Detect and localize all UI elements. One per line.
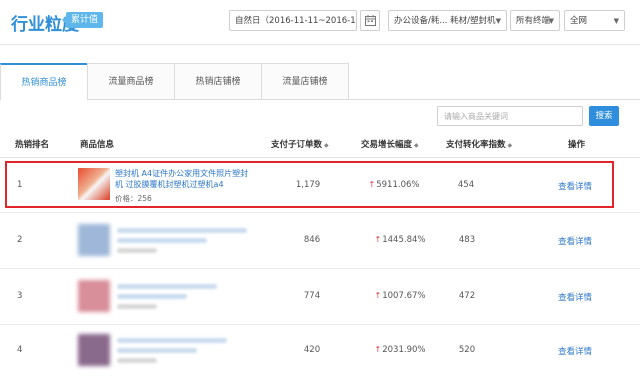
blurred-product-name [117, 294, 187, 299]
sort-icon[interactable]: ◆ [324, 142, 329, 149]
blurred-price [117, 304, 157, 309]
growth-value: 1445.84% [382, 235, 426, 245]
calendar-icon [365, 15, 376, 26]
product-thumbnail[interactable] [78, 334, 110, 366]
view-details-link[interactable]: 查看详情 [545, 345, 605, 357]
view-details-link[interactable]: 查看详情 [545, 235, 605, 247]
blurred-product-name [117, 238, 207, 243]
sort-icon[interactable]: ◆ [414, 142, 419, 149]
col-conversion-header[interactable]: 支付转化率指数 ◆ [446, 133, 512, 158]
conversion-value: 520 [458, 345, 476, 355]
product-search-input[interactable] [437, 106, 583, 126]
rank-value: 3 [17, 291, 23, 301]
tab-traffic-products[interactable]: 流量商品榜 [87, 63, 175, 99]
region-select-value: 全网 [570, 16, 588, 26]
highlight-box [5, 161, 614, 208]
calendar-button[interactable] [360, 10, 380, 31]
category-select-value: 办公设备/耗... 耗材/塑封机 [394, 16, 496, 26]
chevron-down-icon: ▼ [548, 17, 554, 25]
col-orders-header[interactable]: 支付子订单数 ◆ [271, 133, 329, 158]
growth-cell: ↑1445.84% [360, 235, 440, 245]
tab-hot-shops[interactable]: 热销店铺榜 [174, 63, 262, 99]
rank-value: 4 [17, 345, 23, 355]
orders-value: 774 [303, 291, 321, 301]
growth-cell: ↑1007.67% [360, 291, 440, 301]
date-range-field[interactable]: 自然日（2016-11-11~2016-11-11） [229, 10, 357, 31]
view-details-link[interactable]: 查看详情 [545, 291, 605, 303]
conversion-value: 472 [458, 291, 476, 301]
table-row: 4 420 ↑2031.90% 520 查看详情 [0, 324, 640, 381]
ranking-tabs: 热销商品榜 流量商品榜 热销店铺榜 流量店铺榜 [0, 63, 640, 100]
blurred-product-name[interactable] [117, 228, 247, 233]
terminal-select-value: 所有终端 [516, 16, 551, 26]
terminal-select[interactable]: 所有终端 ▼ [510, 10, 560, 31]
top-bar: 行业粒度 累计值 自然日（2016-11-11~2016-11-11） 办公设备… [0, 0, 640, 45]
blurred-product-name[interactable] [117, 338, 227, 343]
growth-value: 2031.90% [382, 345, 426, 355]
col-growth: 交易增长幅度 [361, 140, 413, 150]
blurred-price [117, 248, 157, 253]
product-thumbnail[interactable] [78, 224, 110, 256]
arrow-up-icon: ↑ [374, 291, 382, 300]
tab-traffic-shops[interactable]: 流量店铺榜 [261, 63, 349, 99]
arrow-up-icon: ↑ [374, 345, 382, 354]
region-select[interactable]: 全网 ▼ [564, 10, 625, 31]
col-growth-header[interactable]: 交易增长幅度 ◆ [361, 133, 419, 158]
orders-value: 420 [303, 345, 321, 355]
chevron-down-icon: ▼ [613, 17, 619, 25]
category-select[interactable]: 办公设备/耗... 耗材/塑封机 ▼ [388, 10, 507, 31]
col-conversion: 支付转化率指数 [446, 140, 506, 150]
growth-value: 1007.67% [382, 291, 426, 301]
orders-value: 846 [303, 235, 321, 245]
rank-value: 2 [17, 235, 23, 245]
table-row: 3 774 ↑1007.67% 472 查看详情 [0, 268, 640, 325]
sort-icon[interactable]: ◆ [508, 142, 513, 149]
col-product-info: 商品信息 [80, 140, 115, 150]
conversion-value: 483 [458, 235, 476, 245]
col-action: 操作 [568, 140, 586, 150]
col-orders: 支付子订单数 [271, 140, 323, 150]
chevron-down-icon: ▼ [495, 17, 501, 25]
growth-cell: ↑2031.90% [360, 345, 440, 355]
tab-hot-products[interactable]: 热销商品榜 [0, 63, 88, 100]
arrow-up-icon: ↑ [374, 235, 382, 244]
blurred-product-name [117, 348, 197, 353]
blurred-price [117, 358, 157, 363]
table-header: 热销排名 商品信息 支付子订单数 ◆ 交易增长幅度 ◆ 支付转化率指数 ◆ 操作 [0, 133, 640, 158]
search-button[interactable]: 搜索 [589, 106, 619, 126]
blurred-product-name[interactable] [117, 284, 217, 289]
product-thumbnail[interactable] [78, 280, 110, 312]
table-row: 2 846 ↑1445.84% 483 查看详情 [0, 212, 640, 269]
col-rank: 热销排名 [15, 140, 50, 150]
cumulative-badge[interactable]: 累计值 [61, 12, 104, 28]
